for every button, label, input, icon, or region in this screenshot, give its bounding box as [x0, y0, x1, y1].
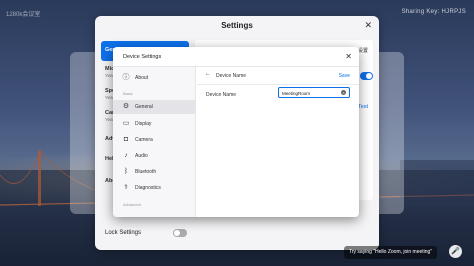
back-arrow-icon[interactable]: ←	[205, 71, 211, 78]
device-settings-content: ← Device Name Save Device Name ×	[197, 67, 359, 217]
section-basic-label: Basic	[123, 91, 133, 96]
device-settings-header: Device Settings ✕	[113, 47, 359, 67]
device-name-input[interactable]	[282, 89, 338, 97]
bluetooth-icon: ᛒ	[123, 168, 129, 175]
audio-icon: ♪	[124, 152, 128, 159]
divider	[197, 84, 359, 85]
close-icon[interactable]: ✕	[364, 20, 372, 30]
lock-settings-row: Lock Settings	[103, 228, 187, 240]
device-sidebar-item-label: Diagnostics	[135, 185, 161, 191]
device-sidebar-item-diagnostics[interactable]: ⚕ Diagnostics	[113, 181, 196, 195]
device-sidebar-item-bluetooth[interactable]: ᛒ Bluetooth	[113, 165, 196, 179]
microphone-icon[interactable]: 🎤	[449, 245, 462, 258]
diagnostics-icon: ⚕	[124, 184, 128, 191]
device-sidebar-item-general[interactable]: ⚙ General	[113, 100, 196, 114]
settings-title: Settings	[221, 21, 253, 30]
info-icon: ⓘ	[122, 74, 130, 81]
clear-icon[interactable]: ×	[341, 90, 346, 95]
device-sidebar-item-label: Camera	[135, 137, 153, 143]
device-sidebar-item-label: About	[135, 75, 149, 81]
device-sidebar-item-about[interactable]: ⓘ About	[113, 71, 196, 85]
display-icon: ▭	[122, 120, 130, 127]
gear-icon: ⚙	[122, 103, 130, 110]
device-name-label: Device Name	[206, 92, 237, 98]
lock-settings-toggle[interactable]	[173, 229, 187, 237]
device-sidebar-item-camera[interactable]: ◘ Camera	[113, 133, 196, 147]
device-sidebar-item-label: General	[135, 104, 153, 110]
device-settings-title: Device Settings	[123, 54, 162, 60]
device-sidebar-item-label: Bluetooth	[135, 169, 157, 175]
device-sidebar-item-display[interactable]: ▭ Display	[113, 117, 196, 131]
section-advanced-label: Advanced	[123, 202, 141, 207]
device-sidebar-item-label: Audio	[135, 153, 148, 159]
test-link[interactable]: Test	[358, 104, 368, 110]
device-settings-sidebar: ⓘ About Basic ⚙ General ▭ Display ◘ Came…	[113, 67, 196, 217]
device-name-field: ×	[278, 87, 350, 98]
save-button[interactable]: Save	[339, 73, 350, 79]
camera-icon: ◘	[123, 136, 129, 143]
settings-right-text: 设置	[358, 48, 369, 54]
close-icon[interactable]: ✕	[345, 52, 352, 61]
device-sidebar-item-audio[interactable]: ♪ Audio	[113, 149, 196, 163]
device-settings-dialog: Device Settings ✕ ⓘ About Basic ⚙ Genera…	[113, 47, 359, 217]
settings-header: Settings ✕	[95, 16, 379, 36]
voice-command-hint: Try saying "Hello Zoom, join meeting"	[344, 246, 438, 259]
sharing-key-text: Sharing Key: HJRPJS	[401, 9, 466, 15]
room-name-text: 1280k会议室	[6, 12, 41, 18]
settings-right-toggle[interactable]	[360, 72, 373, 80]
device-sidebar-item-label: Display	[135, 121, 152, 127]
content-title: Device Name	[216, 73, 247, 79]
lock-settings-label: Lock Settings	[105, 230, 142, 236]
